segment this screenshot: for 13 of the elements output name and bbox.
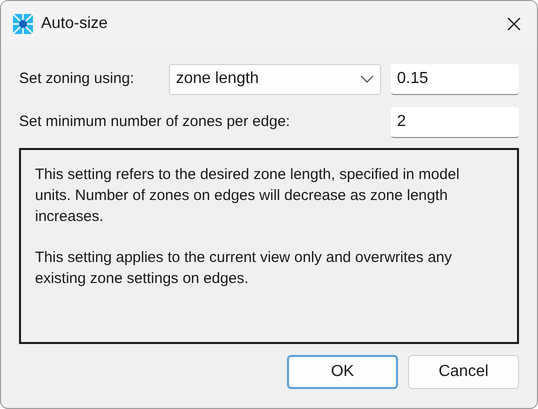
dialog-button[interactable]: Cancel bbox=[408, 355, 519, 389]
caret-icon bbox=[360, 75, 374, 83]
app-icon bbox=[13, 14, 33, 34]
close-icon bbox=[506, 16, 522, 32]
minimum-zones-field[interactable]: 2 bbox=[391, 106, 519, 138]
window-title: Auto-size bbox=[41, 14, 109, 34]
zoning-dropdown[interactable]: zone length bbox=[169, 64, 381, 94]
dialog-button[interactable]: OK bbox=[287, 355, 398, 389]
minimum-zones-label: Set minimum number of zones per edge: bbox=[19, 112, 290, 132]
info-paragraph: This setting applies to the current view only and overwrites any existing zone settings on edges. bbox=[35, 248, 453, 289]
info-paragraph: This setting refers to the desired zone length, specified in model units. Number of zones on edges will decrease as zone length increases. bbox=[35, 165, 460, 227]
zoning-label: Set zoning using: bbox=[19, 68, 134, 89]
zone-length-field[interactable]: 0.15 bbox=[391, 64, 519, 94]
